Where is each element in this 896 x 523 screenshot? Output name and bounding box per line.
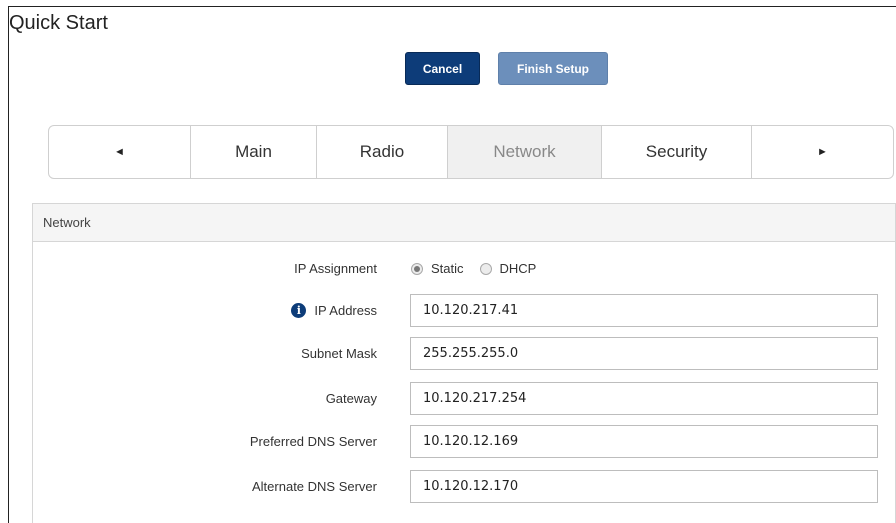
tab-label: Main [235, 142, 272, 161]
subnet-mask-label: Subnet Mask [301, 346, 377, 361]
preferred-dns-label: Preferred DNS Server [249, 434, 377, 449]
subnet-mask-row: Subnet Mask 255.255.255.0 [33, 337, 896, 370]
preferred-dns-field[interactable]: 10.120.12.169 [410, 425, 878, 458]
ip-address-label-text: IP Address [314, 303, 377, 318]
tab-security[interactable]: Security [602, 126, 752, 178]
info-icon[interactable]: i [291, 303, 307, 318]
dhcp-radio-label[interactable]: DHCP [500, 261, 537, 276]
gateway-row: Gateway 10.120.217.254 [33, 382, 896, 415]
ip-assignment-radio-group: Static DHCP [411, 252, 552, 285]
tab-label: Network [493, 142, 556, 161]
ip-address-row: i IP Address 10.120.217.41 [33, 294, 896, 327]
ip-assignment-label: IP Assignment [294, 261, 377, 276]
ip-address-label: i IP Address [291, 294, 377, 327]
dhcp-radio[interactable] [479, 262, 492, 275]
tab-next-arrow[interactable]: ► [752, 126, 893, 178]
arrow-right-icon: ► [817, 146, 828, 158]
tab-main[interactable]: Main [191, 126, 317, 178]
gateway-field[interactable]: 10.120.217.254 [410, 382, 878, 415]
cancel-button[interactable]: Cancel [405, 52, 480, 85]
panel-title: Network [33, 204, 895, 242]
subnet-mask-field[interactable]: 255.255.255.0 [410, 337, 878, 370]
ip-address-field[interactable]: 10.120.217.41 [410, 294, 878, 327]
tab-network[interactable]: Network [448, 126, 602, 178]
alternate-dns-label: Alternate DNS Server [252, 479, 377, 494]
arrow-left-icon: ◄ [114, 146, 125, 158]
page-title: Quick Start [9, 12, 108, 34]
alternate-dns-field[interactable]: 10.120.12.170 [410, 470, 878, 503]
tab-prev-arrow[interactable]: ◄ [49, 126, 191, 178]
ip-assignment-row: IP Assignment Static DHCP [33, 252, 896, 285]
preferred-dns-row: Preferred DNS Server 10.120.12.169 [33, 425, 896, 458]
network-panel: Network IP Assignment Static DHCP i IP A… [32, 203, 896, 523]
gateway-label: Gateway [325, 391, 377, 406]
tab-label: Security [645, 142, 708, 161]
finish-setup-button[interactable]: Finish Setup [498, 52, 608, 85]
alternate-dns-row: Alternate DNS Server 10.120.12.170 [33, 470, 896, 503]
tab-bar: ◄ Main Radio Network Security ► [48, 125, 894, 179]
tab-radio[interactable]: Radio [317, 126, 448, 178]
static-radio-label[interactable]: Static [431, 261, 464, 276]
tab-label: Radio [359, 142, 405, 161]
static-radio[interactable] [411, 262, 423, 275]
